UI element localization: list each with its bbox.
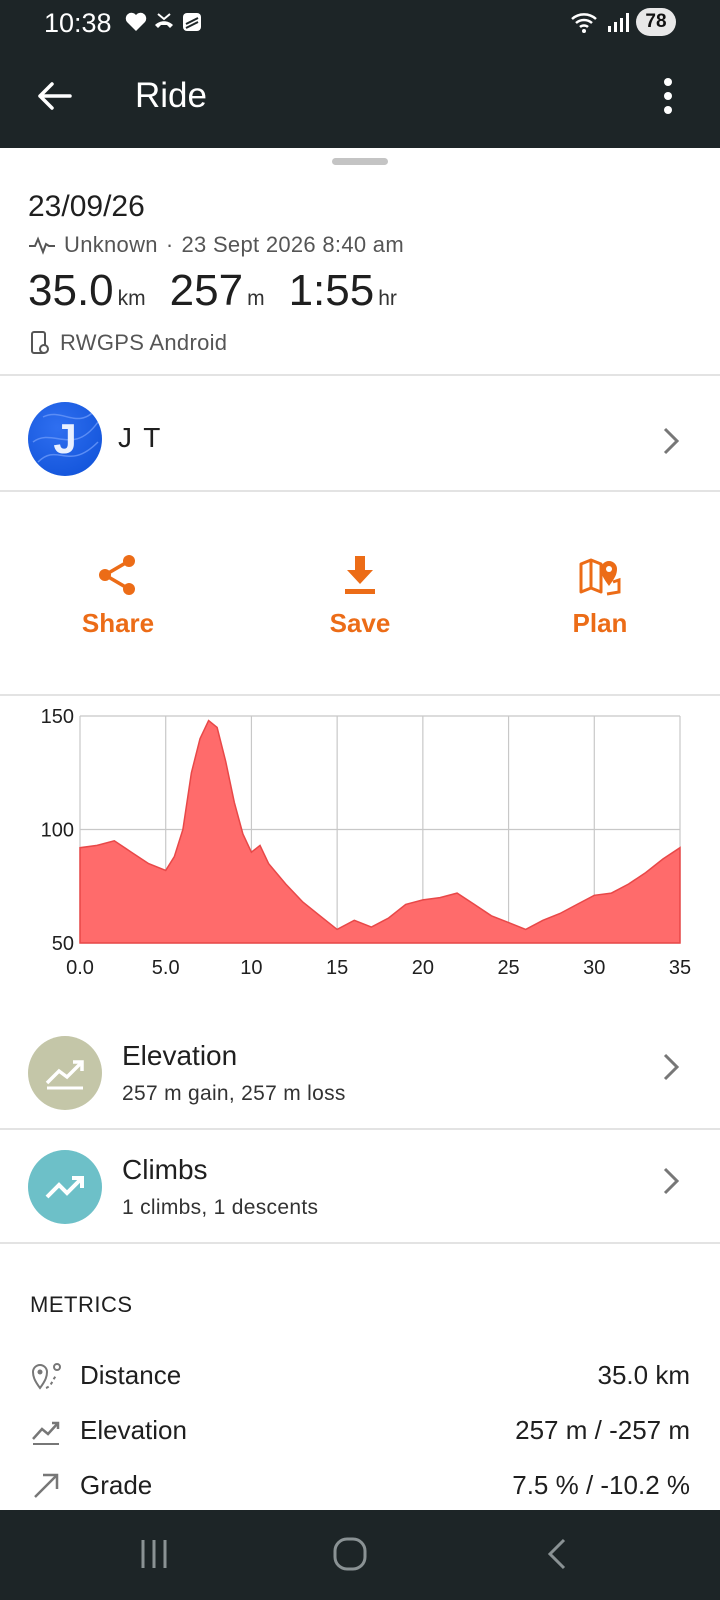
phone-device-icon: [31, 331, 49, 354]
climbs-row-title: Climbs: [122, 1154, 208, 1185]
chevron-right-icon: [663, 1053, 680, 1081]
elevation-row-title: Elevation: [122, 1040, 238, 1071]
notification-icons: [124, 10, 204, 34]
x-tick-label: 25: [497, 957, 519, 979]
device-name: RWGPS Android: [60, 330, 228, 355]
x-tick-label: 35: [669, 957, 691, 979]
trip-stats: 35.0 km 257 m 1:55 hr: [28, 266, 698, 316]
elevation-chart-icon: [45, 1060, 84, 1090]
signal-icon: [608, 13, 629, 32]
recording-device: RWGPS Android: [28, 330, 698, 356]
climbs-row-summary: 1 climbs, 1 descents: [122, 1196, 319, 1219]
trip-subline: Unknown · 23 Sept 2026 8:40 am: [28, 232, 698, 258]
distance-icon: [31, 1363, 61, 1390]
elevation-value: 257: [169, 266, 244, 315]
heart-icon: [125, 12, 147, 31]
trip-datetime: 23 Sept 2026 8:40 am: [181, 232, 404, 257]
x-tick-label: 0.0: [66, 957, 94, 979]
user-name: J T: [118, 422, 163, 453]
metric-value: 35.0 km: [597, 1360, 691, 1390]
chevron-right-icon: [663, 1167, 680, 1195]
trending-up-icon: [45, 1176, 84, 1199]
plan-label: Plan: [572, 608, 628, 638]
metric-label: Distance: [80, 1360, 182, 1390]
elevation-badge: [28, 1036, 102, 1110]
y-tick-label: 50: [52, 933, 74, 955]
elevation-row-summary: 257 m gain, 257 m loss: [122, 1082, 346, 1105]
battery-indicator: 78: [636, 8, 676, 36]
metric-label: Grade: [80, 1470, 153, 1500]
metric-label: Elevation: [80, 1415, 187, 1445]
divider: [0, 1242, 720, 1244]
status-bar: 10:38 78: [0, 0, 720, 46]
trip-header: 23/09/26 Unknown · 23 Sept 2026 8:40 am …: [28, 190, 698, 356]
download-icon: [345, 556, 375, 594]
activity-icon: [29, 236, 55, 255]
drag-handle[interactable]: [332, 158, 388, 165]
subline-separator: ·: [165, 232, 174, 257]
action-buttons: Share Save Plan: [0, 500, 720, 696]
activity-type: Unknown: [64, 232, 158, 257]
elevation-row[interactable]: Elevation 257 m gain, 257 m loss: [0, 1016, 720, 1128]
distance-unit: km: [117, 287, 146, 310]
trip-title: 23/09/26: [28, 190, 145, 223]
x-tick-label: 15: [326, 957, 348, 979]
share-button[interactable]: Share: [38, 552, 198, 639]
climbs-badge: [28, 1150, 102, 1224]
share-label: Share: [81, 608, 155, 638]
metric-value: 257 m / -257 m: [515, 1415, 690, 1445]
more-options-icon[interactable]: [656, 72, 680, 120]
plan-button[interactable]: Plan: [520, 552, 680, 639]
x-tick-label: 30: [583, 957, 605, 979]
wifi-icon: [571, 13, 597, 33]
duration-unit: hr: [378, 287, 397, 310]
back-arrow-icon[interactable]: [32, 74, 76, 118]
page-title: Ride: [135, 76, 207, 115]
metric-elevation: Elevation 257 m / -257 m: [0, 1407, 720, 1457]
divider: [0, 490, 720, 492]
recent-apps-icon[interactable]: [136, 1536, 172, 1572]
x-tick-label: 5.0: [152, 957, 180, 979]
app-bar: Ride: [0, 46, 720, 148]
avatar-initial: J: [53, 415, 77, 462]
elevation-chart[interactable]: 0.0 5.0 10 15 20 25 30 35 150 100 50: [0, 700, 720, 1000]
climbs-row[interactable]: Climbs 1 climbs, 1 descents: [0, 1130, 720, 1242]
save-button[interactable]: Save: [280, 552, 440, 639]
system-back-icon[interactable]: [540, 1536, 576, 1572]
metric-distance: Distance 35.0 km: [0, 1352, 720, 1402]
grade-icon: [34, 1473, 59, 1498]
divider: [0, 694, 720, 696]
save-label: Save: [329, 608, 391, 638]
metric-grade: Grade 7.5 % / -10.2 %: [0, 1462, 720, 1512]
avatar[interactable]: J: [28, 402, 102, 476]
y-tick-label: 150: [41, 706, 74, 728]
app-notification-icon: [183, 13, 201, 31]
user-row[interactable]: J J T: [0, 382, 720, 500]
share-icon: [99, 555, 135, 595]
chevron-right-icon: [663, 427, 680, 455]
elevation-icon: [32, 1421, 60, 1445]
divider: [0, 374, 720, 376]
map-pin-icon: [579, 558, 621, 596]
missed-call-icon: [155, 13, 173, 28]
system-nav-bar: [0, 1510, 720, 1600]
x-tick-label: 20: [412, 957, 434, 979]
elevation-area: [79, 719, 681, 944]
home-icon[interactable]: [332, 1536, 368, 1572]
distance-value: 35.0: [28, 266, 114, 315]
status-right: 78: [570, 8, 676, 36]
metric-value: 7.5 % / -10.2 %: [512, 1470, 690, 1500]
duration-value: 1:55: [288, 266, 375, 315]
elevation-unit: m: [247, 287, 265, 310]
y-tick-label: 100: [41, 820, 74, 842]
metrics-heading: METRICS: [30, 1292, 133, 1317]
status-time: 10:38: [44, 8, 112, 38]
x-tick-label: 10: [240, 957, 262, 979]
